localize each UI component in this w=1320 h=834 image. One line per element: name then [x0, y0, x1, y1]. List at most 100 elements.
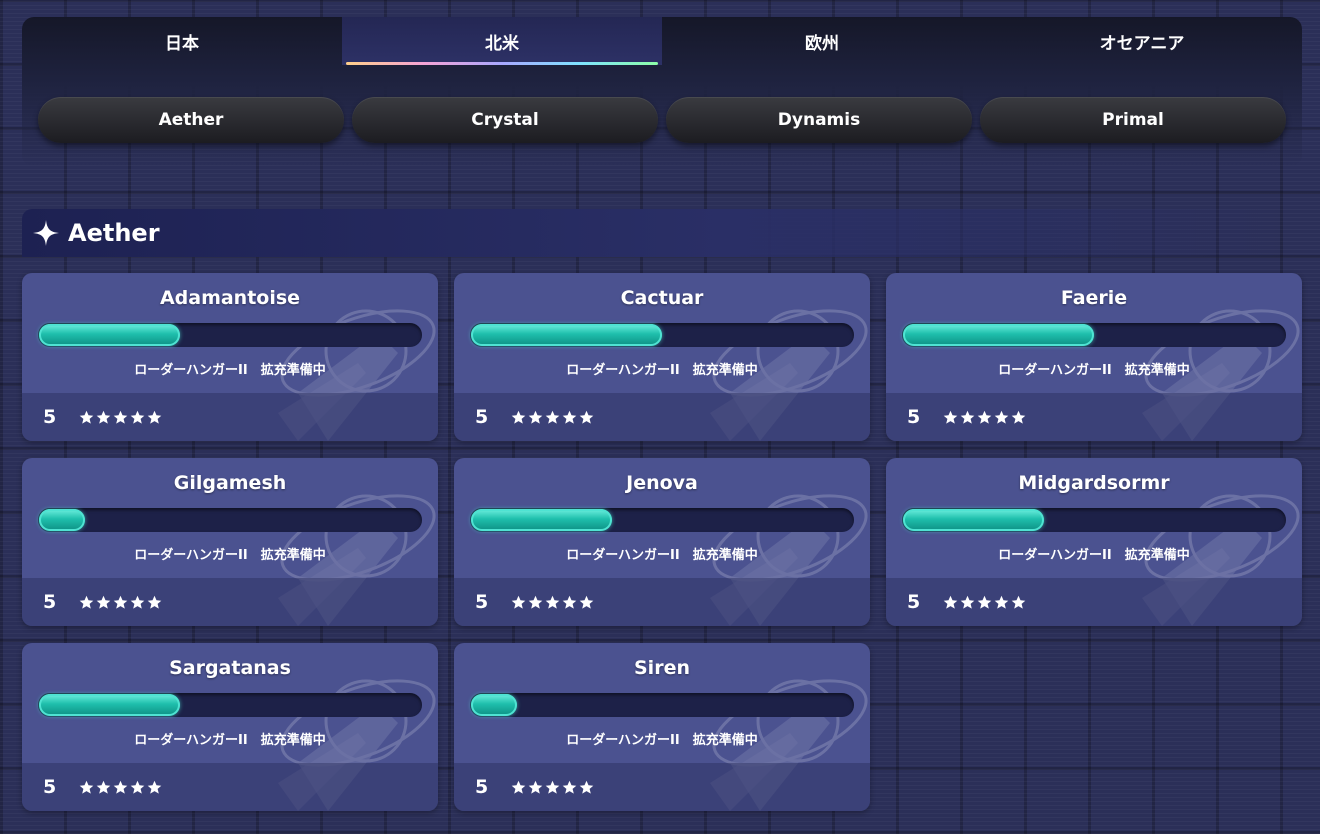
world-card-sargatanas[interactable]: Sargatanas ローダーハンガーII 拡充準備中 5 [22, 643, 438, 811]
star-icon [562, 780, 577, 794]
star-icon [562, 410, 577, 424]
star-icon [147, 410, 162, 424]
world-status: ローダーハンガーII 拡充準備中 [134, 733, 326, 748]
world-level: 5 [43, 776, 57, 798]
star-icon [579, 595, 594, 609]
world-name: Midgardsormr [1018, 472, 1170, 494]
star-rating [511, 410, 594, 425]
world-card-adamantoise[interactable]: Adamantoise ローダーハンガーII 拡充準備中 5 [22, 273, 438, 441]
star-rating [943, 410, 1026, 425]
star-icon [960, 595, 975, 609]
progress-bar [470, 508, 854, 532]
datacenter-buttons: Aether Crystal Dynamis Primal [38, 97, 1286, 143]
world-name: Adamantoise [159, 287, 301, 309]
progress-bar [38, 693, 422, 717]
star-icon [528, 780, 543, 794]
world-status: ローダーハンガーII 拡充準備中 [134, 363, 326, 378]
world-card-midgardsormr[interactable]: Midgardsormr ローダーハンガーII 拡充準備中 5 [886, 458, 1302, 626]
datacenter-button-crystal[interactable]: Crystal [352, 97, 658, 143]
world-card-siren[interactable]: Siren ローダーハンガーII 拡充準備中 5 [454, 643, 870, 811]
progress-bar [470, 693, 854, 717]
star-icon [977, 595, 992, 609]
progress-bar-fill [471, 324, 662, 346]
star-icon [130, 780, 145, 794]
star-icon [545, 595, 560, 609]
section-title: Aether [68, 219, 160, 247]
progress-bar [902, 508, 1286, 532]
star-icon [545, 410, 560, 424]
world-level: 5 [43, 591, 57, 613]
star-icon [96, 595, 111, 609]
star-rating [511, 595, 594, 610]
card-footer: 5 [454, 763, 870, 811]
star-icon [960, 410, 975, 424]
star-icon [562, 595, 577, 609]
star-rating [79, 410, 162, 425]
tab-europe[interactable]: 欧州 [662, 17, 982, 65]
star-icon [79, 410, 94, 424]
world-status: ローダーハンガーII 拡充準備中 [998, 548, 1190, 563]
star-icon [113, 595, 128, 609]
card-footer: 5 [22, 578, 438, 626]
progress-bar [38, 508, 422, 532]
world-name: Sargatanas [169, 657, 291, 679]
datacenter-button-dynamis[interactable]: Dynamis [666, 97, 972, 143]
world-status: ローダーハンガーII 拡充準備中 [998, 363, 1190, 378]
progress-bar-fill [39, 509, 85, 531]
datacenter-button-aether[interactable]: Aether [38, 97, 344, 143]
world-status: ローダーハンガーII 拡充準備中 [566, 733, 758, 748]
star-icon [96, 780, 111, 794]
star-icon [528, 410, 543, 424]
star-icon [579, 410, 594, 424]
star-icon [147, 595, 162, 609]
star-icon [545, 780, 560, 794]
world-name: Siren [634, 657, 690, 679]
section-header: Aether [22, 209, 1302, 257]
progress-bar-fill [903, 509, 1044, 531]
progress-bar [38, 323, 422, 347]
card-footer: 5 [22, 763, 438, 811]
world-level: 5 [475, 776, 489, 798]
world-card-gilgamesh[interactable]: Gilgamesh ローダーハンガーII 拡充準備中 5 [22, 458, 438, 626]
progress-bar-fill [471, 509, 612, 531]
star-icon [511, 595, 526, 609]
star-rating [79, 595, 162, 610]
world-card-cactuar[interactable]: Cactuar ローダーハンガーII 拡充準備中 5 [454, 273, 870, 441]
star-icon [511, 410, 526, 424]
world-card-jenova[interactable]: Jenova ローダーハンガーII 拡充準備中 5 [454, 458, 870, 626]
world-level: 5 [907, 591, 921, 613]
world-level: 5 [475, 591, 489, 613]
tab-north-america[interactable]: 北米 [342, 17, 662, 65]
star-icon [579, 780, 594, 794]
region-tabs: 日本 北米 欧州 オセアニア [22, 17, 1302, 65]
world-level: 5 [907, 406, 921, 428]
world-name: Cactuar [620, 287, 704, 309]
world-status: ローダーハンガーII 拡充準備中 [566, 363, 758, 378]
star-icon [943, 410, 958, 424]
star-icon [511, 780, 526, 794]
star-icon [113, 410, 128, 424]
card-footer: 5 [886, 393, 1302, 441]
tab-japan[interactable]: 日本 [22, 17, 342, 65]
star-icon [147, 780, 162, 794]
star-icon [79, 595, 94, 609]
world-status: ローダーハンガーII 拡充準備中 [566, 548, 758, 563]
world-name: Jenova [626, 472, 698, 494]
progress-bar-fill [39, 324, 180, 346]
star-icon [1011, 410, 1026, 424]
star-icon [994, 595, 1009, 609]
datacenter-button-primal[interactable]: Primal [980, 97, 1286, 143]
card-footer: 5 [454, 393, 870, 441]
world-card-faerie[interactable]: Faerie ローダーハンガーII 拡充準備中 5 [886, 273, 1302, 441]
star-icon [943, 595, 958, 609]
world-status: ローダーハンガーII 拡充準備中 [134, 548, 326, 563]
star-rating [943, 595, 1026, 610]
world-name: Gilgamesh [173, 472, 287, 494]
progress-bar-fill [471, 694, 517, 716]
star-icon [96, 410, 111, 424]
star-icon [528, 595, 543, 609]
world-level: 5 [475, 406, 489, 428]
star-icon [130, 595, 145, 609]
progress-bar-fill [903, 324, 1094, 346]
tab-oceania[interactable]: オセアニア [982, 17, 1302, 65]
